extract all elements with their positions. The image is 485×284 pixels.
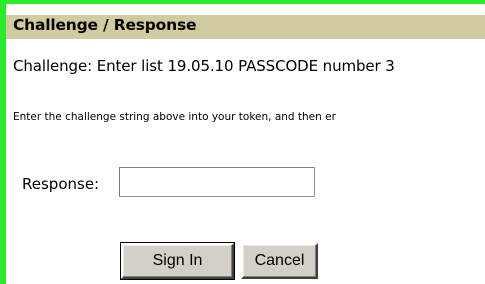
sign-in-button[interactable]: Sign In bbox=[120, 242, 235, 280]
response-label: Response: bbox=[22, 175, 100, 193]
challenge-response-panel: Challenge / Response Challenge: Enter li… bbox=[6, 4, 485, 284]
instruction-text: Enter the challenge string above into yo… bbox=[13, 111, 336, 123]
panel-title: Challenge / Response bbox=[13, 16, 197, 34]
challenge-text: Challenge: Enter list 19.05.10 PASSCODE … bbox=[13, 57, 395, 75]
response-input[interactable] bbox=[119, 167, 315, 197]
cancel-button[interactable]: Cancel bbox=[241, 243, 318, 279]
panel-header: Challenge / Response bbox=[6, 14, 485, 39]
